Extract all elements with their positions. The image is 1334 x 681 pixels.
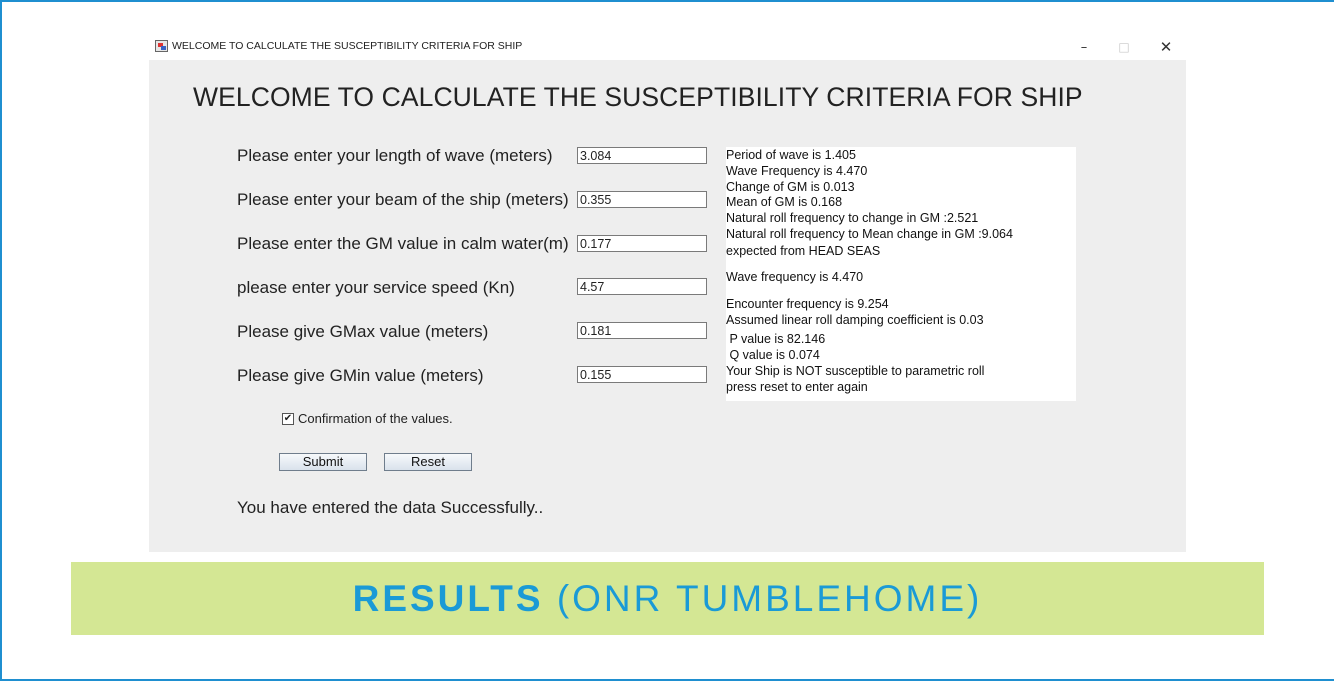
window-title: WELCOME TO CALCULATE THE SUSCEPTIBILITY … [172, 40, 523, 52]
result-line: Encounter frequency is 9.254 [726, 297, 889, 311]
result-line: Wave Frequency is 4.470 [726, 164, 868, 178]
confirmation-checkbox[interactable]: ✔ [282, 413, 294, 425]
wave-length-input[interactable] [577, 147, 707, 164]
wave-length-label: Please enter your length of wave (meters… [237, 146, 553, 165]
left-border-line [0, 0, 2, 681]
result-line: P value is 82.146 [726, 332, 826, 346]
minimize-button[interactable]: – [1064, 35, 1104, 60]
window-titlebar[interactable]: WELCOME TO CALCULATE THE SUSCEPTIBILITY … [149, 35, 1186, 60]
gmin-input[interactable] [577, 366, 707, 383]
window-content: WELCOME TO CALCULATE THE SUSCEPTIBILITY … [149, 60, 1186, 552]
result-line: Q value is 0.074 [726, 348, 820, 362]
result-line: Assumed linear roll damping coefficient … [726, 313, 984, 327]
ship-beam-label: Please enter your beam of the ship (mete… [237, 190, 569, 209]
result-line: Wave frequency is 4.470 [726, 270, 864, 284]
gmax-label: Please give GMax value (meters) [237, 322, 489, 341]
result-line: Period of wave is 1.405 [726, 148, 856, 162]
ship-beam-input[interactable] [577, 191, 707, 208]
page-title: WELCOME TO CALCULATE THE SUSCEPTIBILITY … [193, 82, 1083, 112]
results-caption-banner: RESULTS (ONR TUMBLEHOME) [71, 562, 1264, 635]
service-speed-input[interactable] [577, 278, 707, 295]
gmin-label: Please give GMin value (meters) [237, 366, 484, 385]
result-line: Natural roll frequency to change in GM :… [726, 211, 979, 225]
result-line: Mean of GM is 0.168 [726, 195, 843, 209]
gm-calm-water-input[interactable] [577, 235, 707, 252]
result-line: expected from HEAD SEAS [726, 244, 881, 258]
result-line: Change of GM is 0.013 [726, 180, 855, 194]
submit-button[interactable]: Submit [279, 453, 367, 471]
result-line: press reset to enter again [726, 380, 868, 394]
reset-button[interactable]: Reset [384, 453, 472, 471]
close-button[interactable]: ✕ [1146, 35, 1186, 60]
java-app-icon [155, 40, 168, 52]
top-border-line [0, 0, 1334, 2]
status-message: You have entered the data Successfully.. [237, 498, 544, 517]
results-text-area[interactable]: Period of wave is 1.405 Wave Frequency i… [726, 147, 1076, 401]
result-line: Your Ship is NOT susceptible to parametr… [726, 364, 985, 378]
result-line: Natural roll frequency to Mean change in… [726, 227, 1013, 241]
confirmation-label: Confirmation of the values. [298, 411, 453, 426]
caption-subtitle: (ONR TUMBLEHOME) [543, 578, 983, 619]
maximize-button[interactable]: □ [1104, 35, 1144, 60]
gmax-input[interactable] [577, 322, 707, 339]
caption-title: RESULTS (ONR TUMBLEHOME) [71, 562, 1264, 635]
caption-strong: RESULTS [352, 578, 544, 619]
service-speed-label: please enter your service speed (Kn) [237, 278, 515, 297]
gm-calm-water-label: Please enter the GM value in calm water(… [237, 234, 569, 253]
